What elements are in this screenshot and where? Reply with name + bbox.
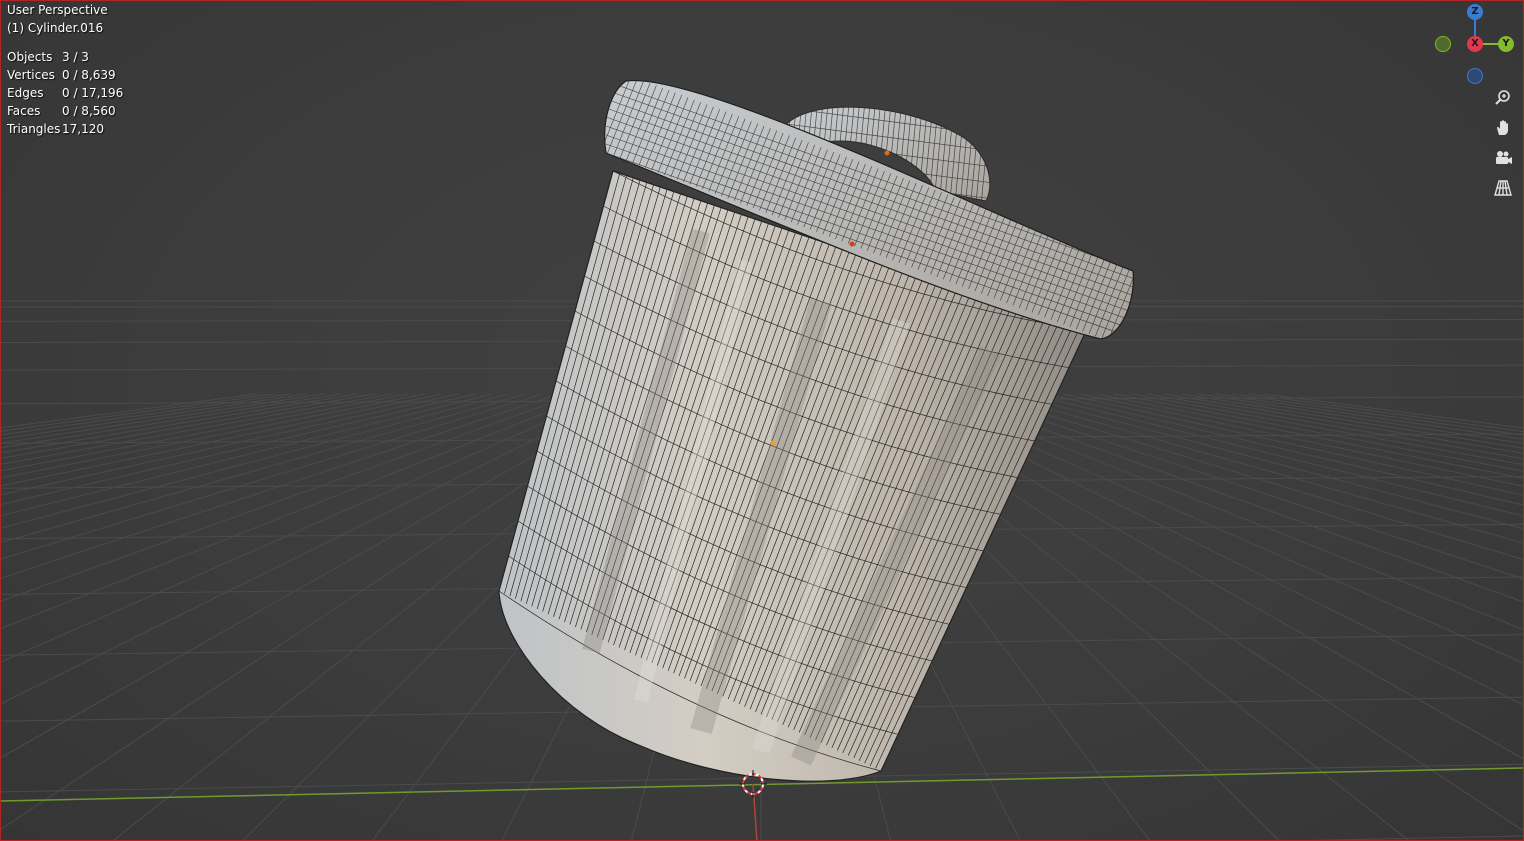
stat-label: Objects bbox=[7, 50, 53, 64]
gizmo-z-axis[interactable]: Z bbox=[1467, 4, 1483, 20]
origin-dot-handle bbox=[884, 150, 890, 156]
stat-row-objects: Objects 3 / 3 bbox=[7, 48, 123, 66]
view-name: User Perspective bbox=[7, 3, 108, 17]
origin-dot-body bbox=[770, 440, 776, 446]
stat-row-faces: Faces 0 / 8,560 bbox=[7, 102, 123, 120]
stat-label: Faces bbox=[7, 104, 41, 118]
gizmo-neg-z-axis[interactable] bbox=[1467, 68, 1483, 84]
stat-row-triangles: Triangles 17,120 bbox=[7, 120, 123, 138]
zoom-icon[interactable] bbox=[1491, 86, 1515, 110]
stat-label: Vertices bbox=[7, 68, 55, 82]
stat-label: Edges bbox=[7, 86, 44, 100]
gizmo-x-axis[interactable]: X bbox=[1467, 36, 1483, 52]
active-object-name: (1) Cylinder.016 bbox=[7, 21, 104, 35]
stat-row-edges: Edges 0 / 17,196 bbox=[7, 84, 123, 102]
scene-statistics: Objects 3 / 3 Vertices 0 / 8,639 Edges 0 / … bbox=[7, 48, 123, 138]
gizmo-neg-y-axis[interactable] bbox=[1435, 36, 1451, 52]
stat-row-vertices: Vertices 0 / 8,639 bbox=[7, 66, 123, 84]
stat-value: 17,120 bbox=[62, 122, 104, 136]
stat-value: 0 / 8,560 bbox=[62, 104, 116, 118]
stat-value: 3 / 3 bbox=[62, 50, 89, 64]
hand-pan-icon[interactable] bbox=[1491, 116, 1515, 140]
origin-dot-lid bbox=[849, 241, 855, 247]
stat-value: 0 / 17,196 bbox=[62, 86, 124, 100]
gizmo-y-axis[interactable]: Y bbox=[1498, 36, 1514, 52]
3d-viewport[interactable]: User Perspective (1) Cylinder.016 Object… bbox=[0, 0, 1524, 841]
camera-icon[interactable] bbox=[1491, 146, 1515, 170]
scene-canvas[interactable] bbox=[1, 1, 1524, 841]
perspective-grid-icon[interactable] bbox=[1491, 176, 1515, 200]
stat-label: Triangles bbox=[7, 122, 61, 136]
stat-value: 0 / 8,639 bbox=[62, 68, 116, 82]
